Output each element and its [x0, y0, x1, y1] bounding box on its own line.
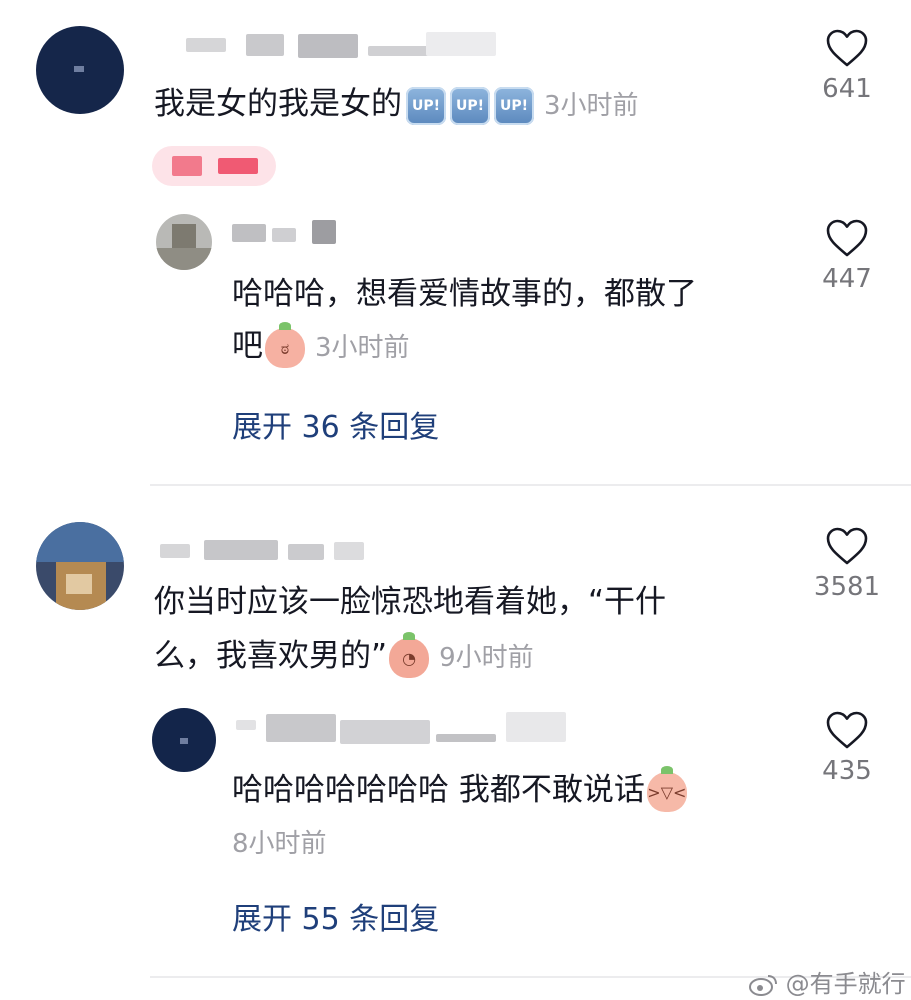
- comment-text: 我是女的我是女的 UP! UP! UP! 3小时前: [154, 78, 639, 132]
- heart-icon: [826, 29, 868, 67]
- reply-time-line: 8小时前: [232, 816, 327, 870]
- avatar[interactable]: [152, 708, 216, 772]
- avatar[interactable]: [156, 214, 212, 270]
- crying-laugh-emoji: >▽<: [646, 765, 687, 812]
- reply-text-end: 吧: [232, 328, 263, 364]
- comment-time: 9小时前: [439, 643, 534, 673]
- blurred-tag[interactable]: [152, 146, 276, 186]
- avatar[interactable]: [36, 522, 124, 610]
- heart-icon: [826, 711, 868, 749]
- divider: [150, 484, 911, 486]
- heart-icon: [826, 527, 868, 565]
- expand-replies-button[interactable]: 展开 36 条回复: [232, 402, 439, 446]
- username-blurred[interactable]: [160, 536, 380, 564]
- weibo-logo-icon: [749, 975, 777, 996]
- comment-text-line: 么，我喜欢男的” ◔ 9小时前: [154, 630, 534, 684]
- reply-text: 哈哈哈哈哈哈哈 我都不敢说话: [232, 772, 645, 808]
- up-badge: UP!: [494, 86, 534, 125]
- reply-text-line: 哈哈哈哈哈哈哈 我都不敢说话 >▽<: [232, 764, 687, 816]
- reply-text-line: 吧 ಠ 3小时前: [232, 320, 410, 374]
- reply-text-line: 哈哈哈，想看爱情故事的，都散了: [232, 276, 697, 312]
- like-button[interactable]: 641: [792, 28, 902, 104]
- like-count: 435: [822, 756, 872, 786]
- comment-text-end: 么，我喜欢男的”: [154, 638, 388, 674]
- up-badge: UP!: [450, 86, 490, 125]
- like-count: 641: [822, 74, 872, 104]
- peeking-emoji: ◔: [389, 631, 430, 678]
- cover-face-emoji: ಠ: [265, 321, 305, 368]
- up-badge: UP!: [406, 86, 446, 125]
- watermark-text: @有手就行: [785, 970, 906, 998]
- username-blurred[interactable]: [236, 708, 576, 748]
- username-blurred[interactable]: [186, 30, 516, 62]
- like-button[interactable]: 435: [792, 710, 902, 786]
- like-button[interactable]: 3581: [792, 526, 902, 602]
- like-count: 3581: [813, 572, 881, 602]
- comment-text-line: 你当时应该一脸惊恐地看着她，“干什: [154, 584, 667, 620]
- reply-time: 3小时前: [315, 333, 410, 363]
- like-button[interactable]: 447: [792, 218, 902, 294]
- like-count: 447: [822, 264, 872, 294]
- heart-icon: [826, 219, 868, 257]
- comment-body: 我是女的我是女的: [154, 86, 402, 122]
- watermark: @有手就行: [748, 964, 906, 999]
- avatar[interactable]: [36, 26, 124, 114]
- username-blurred[interactable]: [232, 218, 352, 246]
- expand-replies-button[interactable]: 展开 55 条回复: [232, 894, 439, 938]
- comment-time: 3小时前: [544, 91, 639, 121]
- reply-time: 8小时前: [232, 829, 327, 859]
